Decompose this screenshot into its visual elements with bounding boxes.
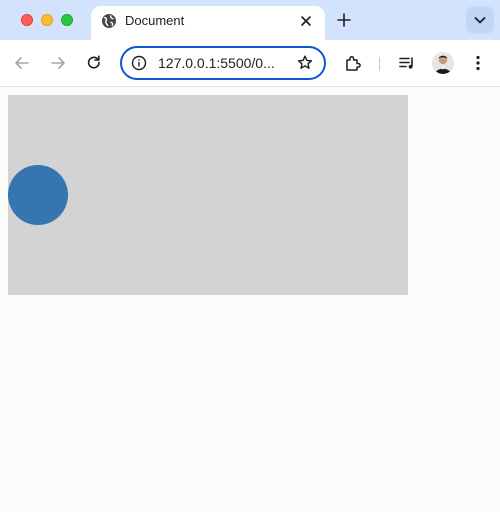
zoom-window-button[interactable] <box>61 14 73 26</box>
tab-search-button[interactable] <box>466 6 494 34</box>
page-viewport <box>0 87 500 512</box>
tab-title: Document <box>125 13 185 28</box>
address-bar[interactable]: 127.0.0.1:5500/0... <box>120 46 326 80</box>
avatar[interactable] <box>432 52 454 74</box>
tab-strip: Document <box>0 0 500 40</box>
media-queue-icon[interactable] <box>397 53 417 73</box>
chevron-down-icon <box>474 17 486 24</box>
info-icon[interactable] <box>131 55 147 71</box>
forward-arrow-icon[interactable] <box>48 53 68 73</box>
browser-window: Document 127.0.0.1:5500/0... <box>0 0 500 512</box>
close-window-button[interactable] <box>21 14 33 26</box>
more-vert-icon[interactable] <box>468 53 488 73</box>
reload-icon[interactable] <box>84 53 104 73</box>
tab-document[interactable]: Document <box>91 6 325 40</box>
close-icon[interactable] <box>297 12 315 30</box>
toolbar-divider <box>379 57 380 71</box>
profile-photo <box>432 52 454 74</box>
url-text[interactable]: 127.0.0.1:5500/0... <box>158 55 275 71</box>
star-icon[interactable] <box>296 54 314 72</box>
plus-icon[interactable] <box>334 10 354 30</box>
minimize-window-button[interactable] <box>41 14 53 26</box>
animation-stage <box>8 95 408 295</box>
animated-ball <box>8 165 68 225</box>
toolbar: 127.0.0.1:5500/0... <box>0 40 500 87</box>
extensions-icon[interactable] <box>343 53 363 73</box>
globe-icon <box>102 14 116 28</box>
back-arrow-icon[interactable] <box>12 53 32 73</box>
